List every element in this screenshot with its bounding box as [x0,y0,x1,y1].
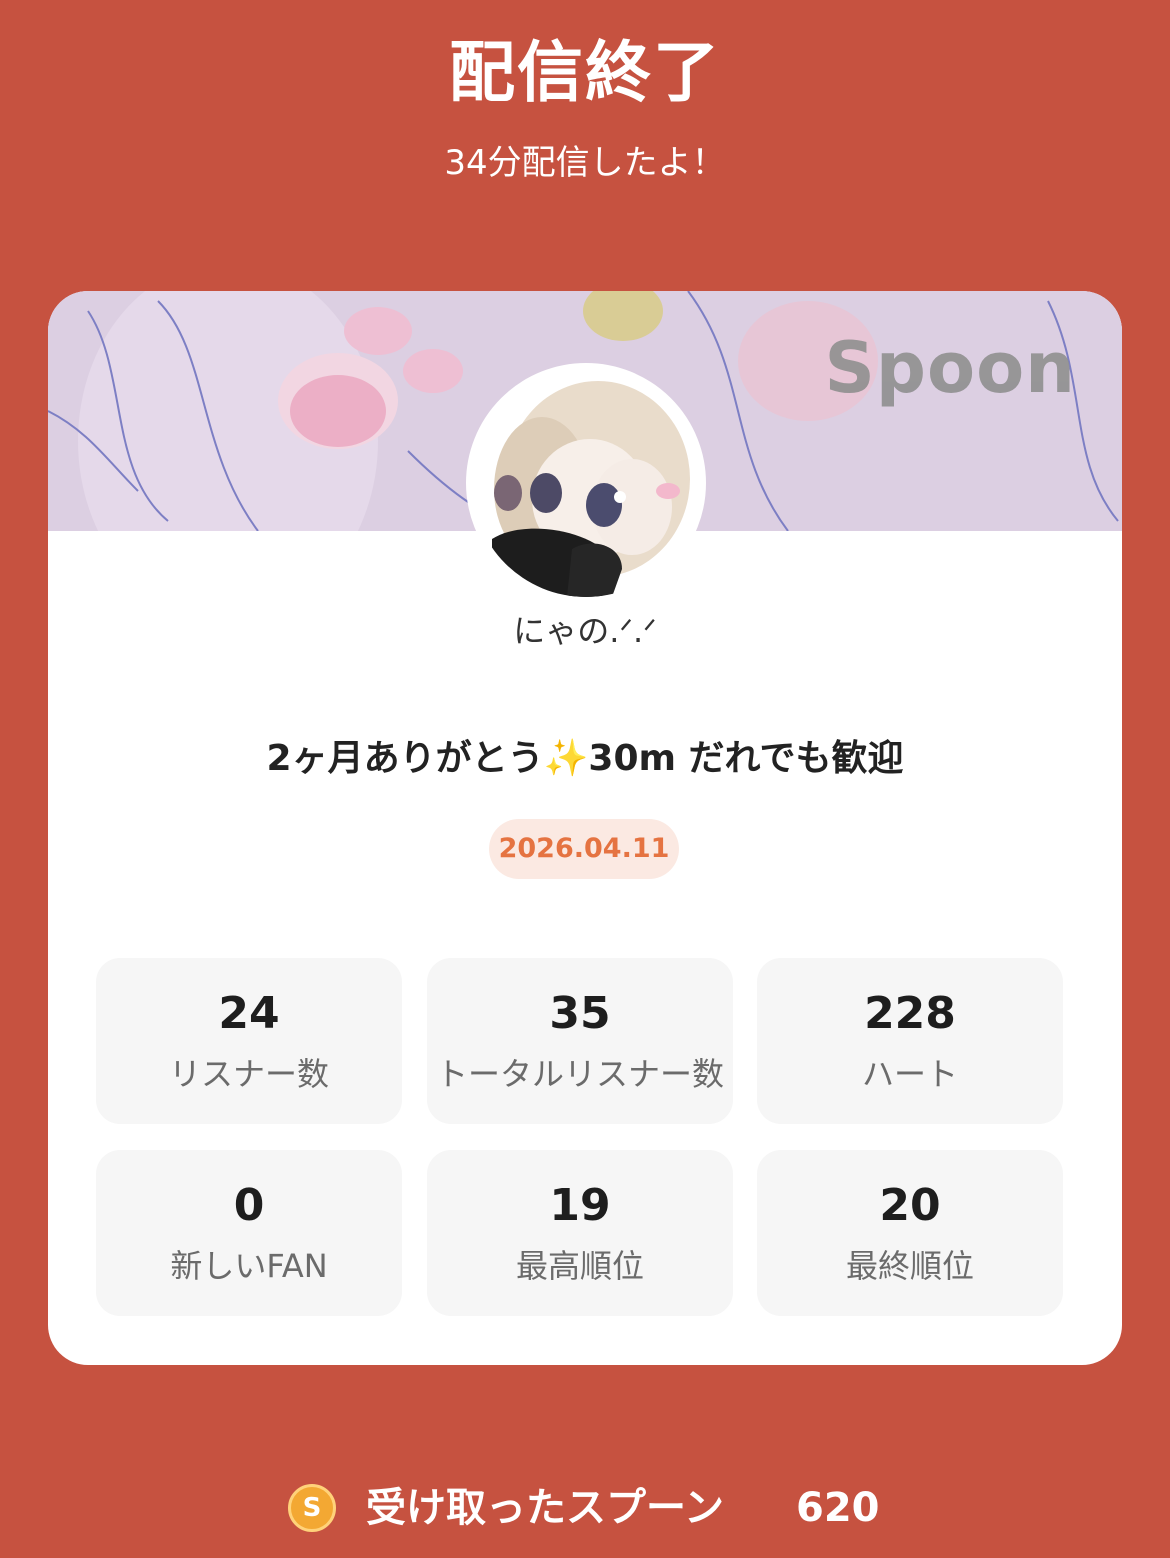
avatar[interactable] [466,363,706,603]
spoon-coin-icon: S [288,1484,336,1532]
date-badge: 2026.04.11 [489,819,679,879]
stat-label: ハート [861,1055,958,1093]
stat-value: 19 [549,1180,611,1231]
broadcast-duration-message: 34分配信したよ！ [444,143,726,183]
received-spoons-summary: S 受け取ったスプーン 620 [0,1478,1170,1538]
stat-label: トータルリスナー数 [435,1055,724,1093]
stat-value: 24 [218,988,280,1039]
stat-label: リスナー数 [168,1055,329,1093]
page-title: 配信終了 [449,34,721,111]
received-spoons-count: 620 [796,1485,880,1531]
stat-highest-rank: 19 最高順位 [427,1150,733,1316]
stat-label: 最終順位 [845,1247,974,1285]
stat-total-listeners: 35 トータルリスナー数 [427,958,733,1124]
spoon-watermark-logo: Spoon [824,327,1076,409]
stat-value: 228 [864,988,956,1039]
stat-final-rank: 20 最終順位 [757,1150,1063,1316]
stat-new-fans: 0 新しいFAN [96,1150,402,1316]
username: にゃの.ᐟ.ᐟ [513,612,657,650]
broadcast-summary-card: Spoon にゃの.ᐟ.ᐟ 2ヶ月ありがとう✨30m だれでも歓迎 2026.0… [48,291,1122,1365]
stat-value: 35 [549,988,611,1039]
stat-label: 最高順位 [515,1247,644,1285]
stat-listeners: 24 リスナー数 [96,958,402,1124]
stat-value: 0 [233,1180,265,1231]
stat-value: 20 [879,1180,941,1231]
broadcast-title: 2ヶ月ありがとう✨30m だれでも歓迎 [266,738,904,779]
received-spoons-label: 受け取ったスプーン [366,1485,724,1531]
stat-label: 新しいFAN [170,1247,328,1285]
stat-hearts: 228 ハート [757,958,1063,1124]
